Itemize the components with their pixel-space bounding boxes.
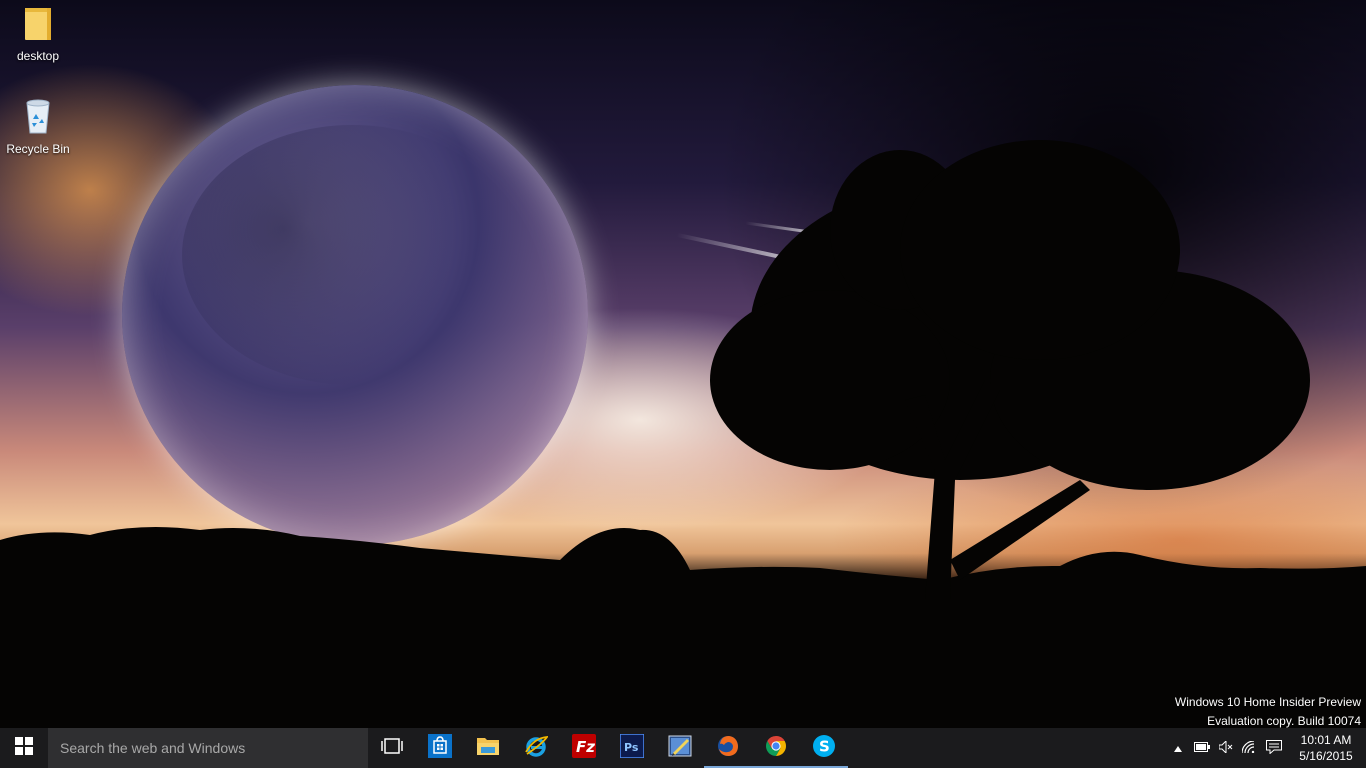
watermark-edition: Windows 10 Home Insider Preview <box>1174 695 1361 709</box>
taskbar-app-firefox[interactable] <box>704 728 752 768</box>
taskbar-app-photoshop[interactable]: Ps <box>608 728 656 768</box>
store-icon <box>428 733 452 763</box>
svg-text:Fz: Fz <box>576 738 595 756</box>
taskbar-app-file-explorer[interactable] <box>464 728 512 768</box>
taskbar-app-skype[interactable]: S <box>800 728 848 768</box>
watermark-build: Evaluation copy. Build 10074 <box>1207 714 1361 728</box>
clock-time: 10:01 AM <box>1300 733 1352 747</box>
desktop-icon-label: Recycle Bin <box>6 142 70 156</box>
svg-text:S: S <box>819 737 830 755</box>
folder-icon <box>476 735 500 762</box>
volume-muted-icon <box>1218 739 1233 756</box>
action-center-button[interactable] <box>1262 728 1286 768</box>
pen-app-icon <box>668 734 692 763</box>
desktop-icon-desktop[interactable]: desktop <box>0 6 76 63</box>
photoshop-icon: Ps <box>619 732 645 763</box>
battery-icon <box>1194 741 1210 755</box>
windows-logo-icon <box>15 736 33 760</box>
desktop-icon-recycle-bin[interactable]: Recycle Bin <box>0 97 76 156</box>
search-placeholder: Search the web and Windows <box>60 740 246 756</box>
recycle-bin-icon <box>0 97 76 138</box>
firefox-icon <box>716 734 740 763</box>
notification-icon <box>1266 739 1282 757</box>
filezilla-icon: Fz <box>572 733 596 763</box>
battery-button[interactable] <box>1190 728 1214 768</box>
clock-date: 5/16/2015 <box>1299 749 1353 763</box>
skype-icon: S <box>812 734 836 763</box>
clock[interactable]: 10:01 AM 5/16/2015 <box>1286 732 1366 764</box>
network-button[interactable] <box>1238 728 1262 768</box>
volume-button[interactable] <box>1214 728 1238 768</box>
taskbar: Search the web and Windows Fz Ps S 10:01… <box>0 728 1366 768</box>
system-tray: 10:01 AM 5/16/2015 <box>1166 728 1366 768</box>
desktop-icon-label: desktop <box>16 49 60 63</box>
taskbar-app-internet-explorer[interactable] <box>512 728 560 768</box>
taskbar-app-filezilla[interactable]: Fz <box>560 728 608 768</box>
tree-silhouette <box>0 140 1366 728</box>
task-view-button[interactable] <box>368 728 416 768</box>
internet-explorer-icon <box>524 734 549 763</box>
evaluation-watermark: Windows 10 Home Insider Preview Evaluati… <box>1175 693 1361 728</box>
chrome-icon <box>764 734 788 763</box>
svg-text:Ps: Ps <box>624 741 639 754</box>
taskbar-app-chrome[interactable] <box>752 728 800 768</box>
wifi-icon <box>1241 739 1258 756</box>
chevron-up-icon <box>1174 741 1182 755</box>
taskbar-app-pen-app[interactable] <box>656 728 704 768</box>
task-view-icon <box>381 737 403 759</box>
taskbar-app-store[interactable] <box>416 728 464 768</box>
desktop-background: desktop Recycle Bin Windows 10 Home Insi… <box>0 0 1366 728</box>
show-hidden-icons-button[interactable] <box>1166 728 1190 768</box>
search-box[interactable]: Search the web and Windows <box>48 728 368 768</box>
start-button[interactable] <box>0 728 48 768</box>
folder-icon <box>0 6 76 45</box>
